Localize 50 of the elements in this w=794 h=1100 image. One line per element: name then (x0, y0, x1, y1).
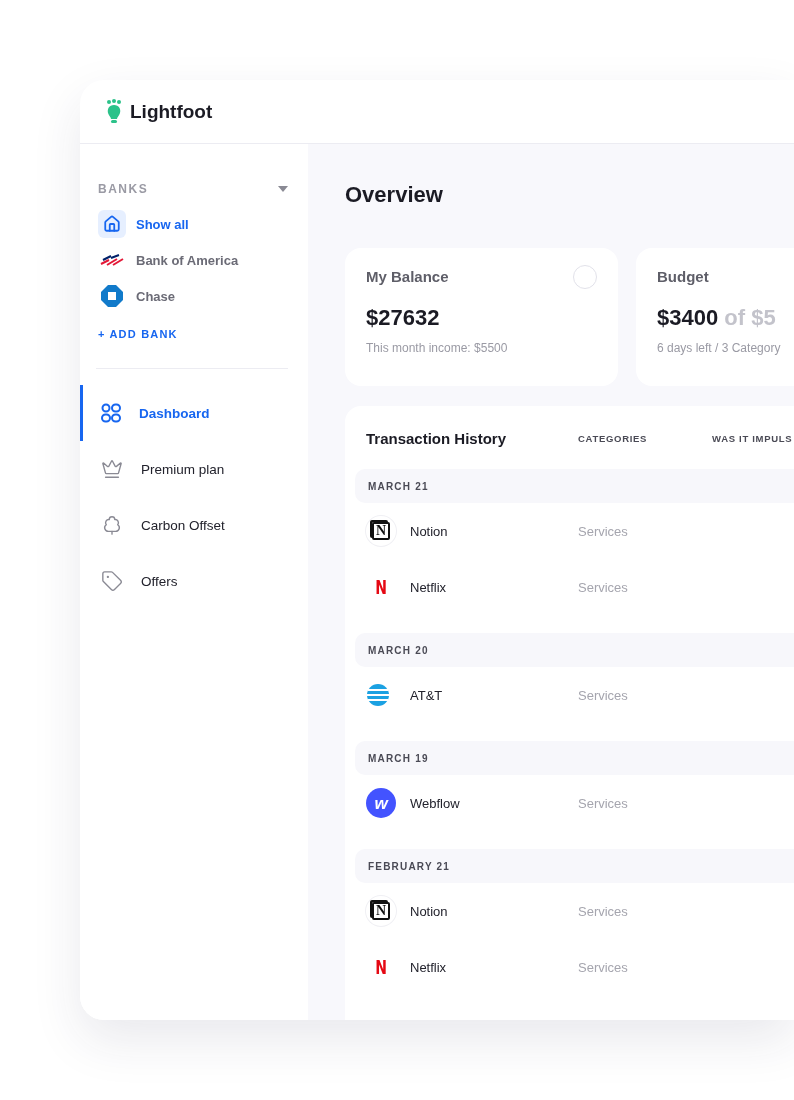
card-title: Budget (657, 268, 709, 285)
category-text: Services (578, 903, 629, 919)
card-subtitle: This month income: $5500 (366, 341, 509, 355)
notion-logo: N (366, 896, 396, 926)
home-icon (103, 215, 121, 233)
merchant-name: AT&T (410, 687, 444, 703)
notion-logo: N (366, 516, 396, 546)
date-label: MARCH 21 (368, 480, 429, 492)
bank-item[interactable]: Bank of America (80, 242, 308, 278)
page-title: Overview (345, 182, 444, 208)
bank-item[interactable]: Show all (80, 206, 308, 242)
bulb-logo-icon (106, 98, 122, 125)
octagon-icon (100, 284, 124, 308)
card-amount: $3400 of $5 (657, 305, 777, 331)
card-title: My Balance (366, 268, 449, 285)
netflix-logo: N (374, 574, 388, 601)
card-amount: $27632 (366, 305, 441, 331)
tree-icon (101, 514, 123, 536)
date-label: FEBRUARY 21 (368, 860, 451, 872)
brand-name: Lightfoot (130, 100, 213, 123)
bank-item[interactable]: Chase (80, 278, 308, 314)
nav-item[interactable]: Carbon Offset (80, 497, 308, 553)
nav-item[interactable]: Premium plan (80, 441, 308, 497)
nav-item[interactable]: Offers (80, 553, 308, 609)
column-header: CATEGORIES (578, 433, 649, 444)
card-subtitle: 6 days left / 3 Category (657, 341, 782, 355)
category-text: Services (578, 523, 629, 539)
globe-icon (366, 683, 390, 707)
caret-icon[interactable] (278, 186, 288, 192)
webflow-logo: w (366, 788, 396, 818)
add-bank-link[interactable]: + ADD BANK (98, 328, 178, 340)
crown-icon (101, 458, 123, 480)
category-text: Services (578, 687, 629, 703)
category-text: Services (578, 579, 629, 595)
category-text: Services (578, 795, 629, 811)
merchant-name: Netflix (410, 579, 448, 595)
panel-title: Transaction History (366, 430, 508, 447)
banks-heading: BANKS (98, 182, 149, 196)
stripes-icon (99, 254, 125, 266)
date-label: MARCH 19 (368, 752, 429, 764)
merchant-name: Notion (410, 523, 449, 539)
merchant-name: Webflow (410, 795, 461, 811)
date-label: MARCH 20 (368, 644, 429, 656)
merchant-name: Netflix (410, 959, 448, 975)
merchant-name: Notion (410, 903, 449, 919)
dashboard-icon (101, 403, 121, 423)
tag-icon (101, 570, 123, 592)
netflix-logo: N (374, 954, 388, 981)
category-text: Services (578, 959, 629, 975)
column-header: WAS IT IMPULS (712, 433, 794, 444)
